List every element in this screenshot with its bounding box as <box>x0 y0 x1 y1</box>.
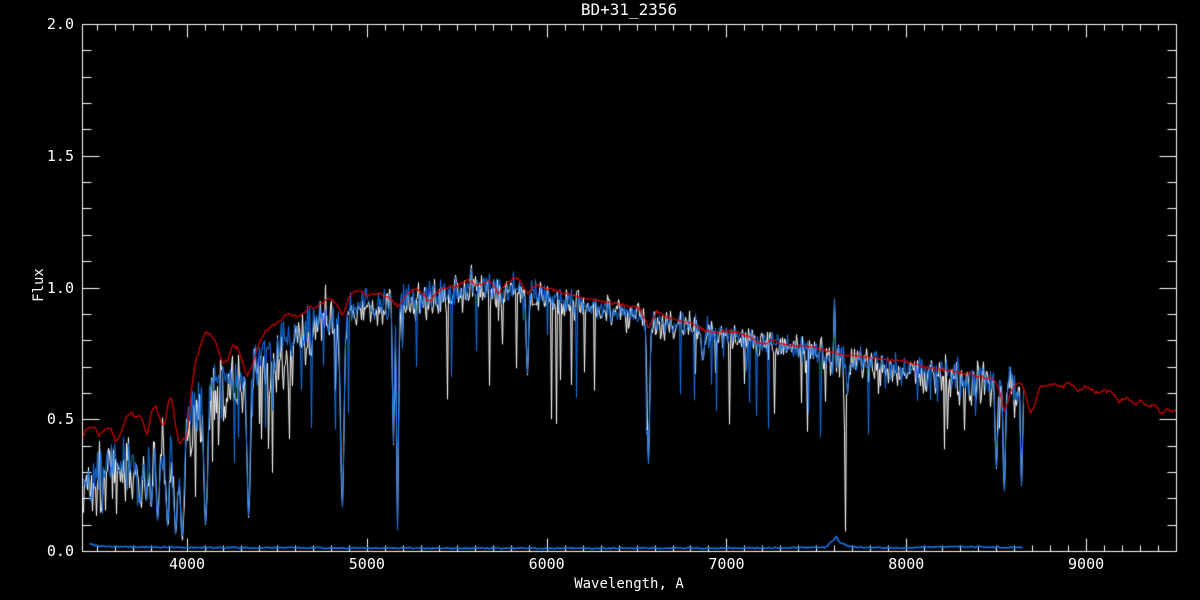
x-tick-label: 7000 <box>681 555 771 573</box>
x-tick-label: 6000 <box>502 555 592 573</box>
y-tick-label: 1.0 <box>0 279 74 297</box>
x-tick-label: 8000 <box>861 555 951 573</box>
y-tick-label: 0.5 <box>0 410 74 428</box>
spectrum-plot-canvas <box>0 0 1200 600</box>
y-tick-label: 1.5 <box>0 147 74 165</box>
x-tick-label: 9000 <box>1041 555 1131 573</box>
x-tick-label: 5000 <box>322 555 412 573</box>
y-tick-label: 2.0 <box>0 15 74 33</box>
x-axis-label: Wavelength, A <box>82 575 1176 593</box>
plot-title: BD+31_2356 <box>82 1 1176 19</box>
y-tick-label: 0.0 <box>0 542 74 560</box>
spectrum-figure: BD+31_2356 Wavelength, A Flux 4000500060… <box>0 0 1200 600</box>
x-tick-label: 4000 <box>142 555 232 573</box>
